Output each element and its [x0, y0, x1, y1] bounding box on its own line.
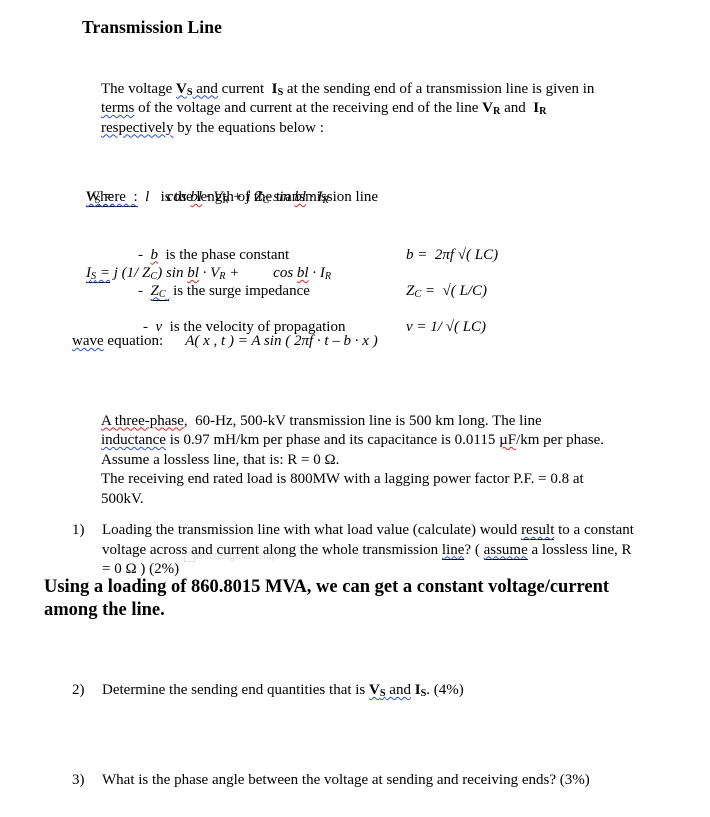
question-1-result-word: result [521, 522, 555, 540]
where-label: Where : [86, 189, 138, 207]
question-item-1: 1) Loading the transmission line with wh… [72, 521, 638, 580]
problem-text-2: -Hz, 500-kV transmission line is 500 km … [210, 412, 542, 429]
question-2-is: I [410, 682, 421, 698]
question-item-2: 2) Determine the sending end quantities … [72, 681, 638, 701]
intro-vs-term: VS and [175, 80, 218, 98]
intro-text-2: current [217, 80, 272, 97]
question-2-number: 2) [72, 682, 85, 698]
formula-b-lhs: b [406, 246, 414, 263]
question-3-body: What is the phase angle between the volt… [102, 772, 590, 788]
question-1-line-1: Loading the transmission line with what … [102, 522, 518, 538]
where-symbol-l: l [145, 189, 150, 205]
formula-zc-rhs: = √( L/C) [424, 282, 487, 299]
where-text: is the length of the transmission line [160, 189, 379, 205]
question-1-assume-word: assume [483, 541, 528, 560]
problem-text-1: , 60 [183, 412, 211, 429]
intro-vr: V [482, 100, 493, 116]
intro-text-4: of the voltage and current at the receiv… [134, 100, 483, 116]
intro-terms-word: terms [101, 100, 135, 116]
question-2-and: and [385, 682, 411, 698]
formula-b-rhs: = 2πf √( LC) [417, 246, 499, 263]
question-1-number: 1) [72, 522, 85, 538]
definition-symbol-b: b [150, 246, 159, 263]
definition-bullet: - [138, 282, 143, 299]
document-page: Transmission Line The voltage VS and cur… [0, 0, 710, 817]
question-2-text-1: Determine the sending end quantities tha… [102, 682, 370, 698]
intro-ir-subscript: R [539, 106, 547, 118]
definition-text: is the phase constant [165, 246, 290, 263]
question-3-number: 3) [72, 772, 85, 788]
wave-label-word: wave [72, 333, 104, 349]
wave-equation-row: wave equation: A( x , t ) = A sin ( 2πf ·… [72, 332, 632, 352]
problem-text-3: is 0.97 mH/km per phase and its capacita… [165, 432, 500, 448]
intro-vs: V [175, 80, 187, 97]
question-2-vs-group: VS and [369, 682, 411, 699]
page-title: Transmission Line [82, 17, 222, 37]
problem-three-phase: A three-phase [101, 412, 184, 429]
problem-statement: A three-phase, 60-Hz, 500-kV transmissio… [86, 392, 638, 529]
intro-text-1: The voltage [101, 80, 176, 97]
problem-line-5: 500kV. [101, 490, 144, 507]
where-line: Where : l is the length of the transmiss… [86, 188, 631, 208]
problem-line-3: Assume a lossless line, that is: R = 0 Ω… [101, 451, 340, 468]
question-2-text-2: . (4%) [426, 682, 464, 698]
definition-bullet: - [138, 246, 143, 263]
problem-inductance-word: inductance [101, 432, 166, 448]
question-1-line-3a: ? ( [464, 541, 484, 558]
wave-equation-formula: A( x , t ) = A sin ( 2πf · t – b · x ) [185, 333, 378, 349]
problem-text-4: /km per phase. [516, 432, 604, 448]
answer-text: Using a loading of 860.8015 MVA, we can … [44, 577, 610, 620]
definition-text: is the surge impedance [173, 282, 310, 299]
question-1-line-word: line [441, 541, 465, 560]
wave-label-rest: equation: [103, 333, 164, 349]
intro-text-5: and [500, 100, 534, 116]
problem-line-4: The receiving end rated load is 800MW wi… [101, 471, 584, 487]
intro-and: and [192, 80, 218, 97]
question-1-body: Loading the transmission line with what … [102, 521, 638, 580]
equation-is-lhs: IS = [86, 265, 110, 283]
problem-uf-unit: µF [499, 432, 517, 448]
definition-symbol-zc: Z [150, 282, 159, 299]
eq2-equals: = [96, 265, 110, 281]
question-2-vs: V [369, 682, 380, 698]
intro-text-3: at the sending end of a transmission lin… [283, 80, 595, 97]
question-2-body: Determine the sending end quantities tha… [102, 681, 638, 701]
question-item-3: 3) What is the phase angle between the v… [72, 771, 638, 791]
